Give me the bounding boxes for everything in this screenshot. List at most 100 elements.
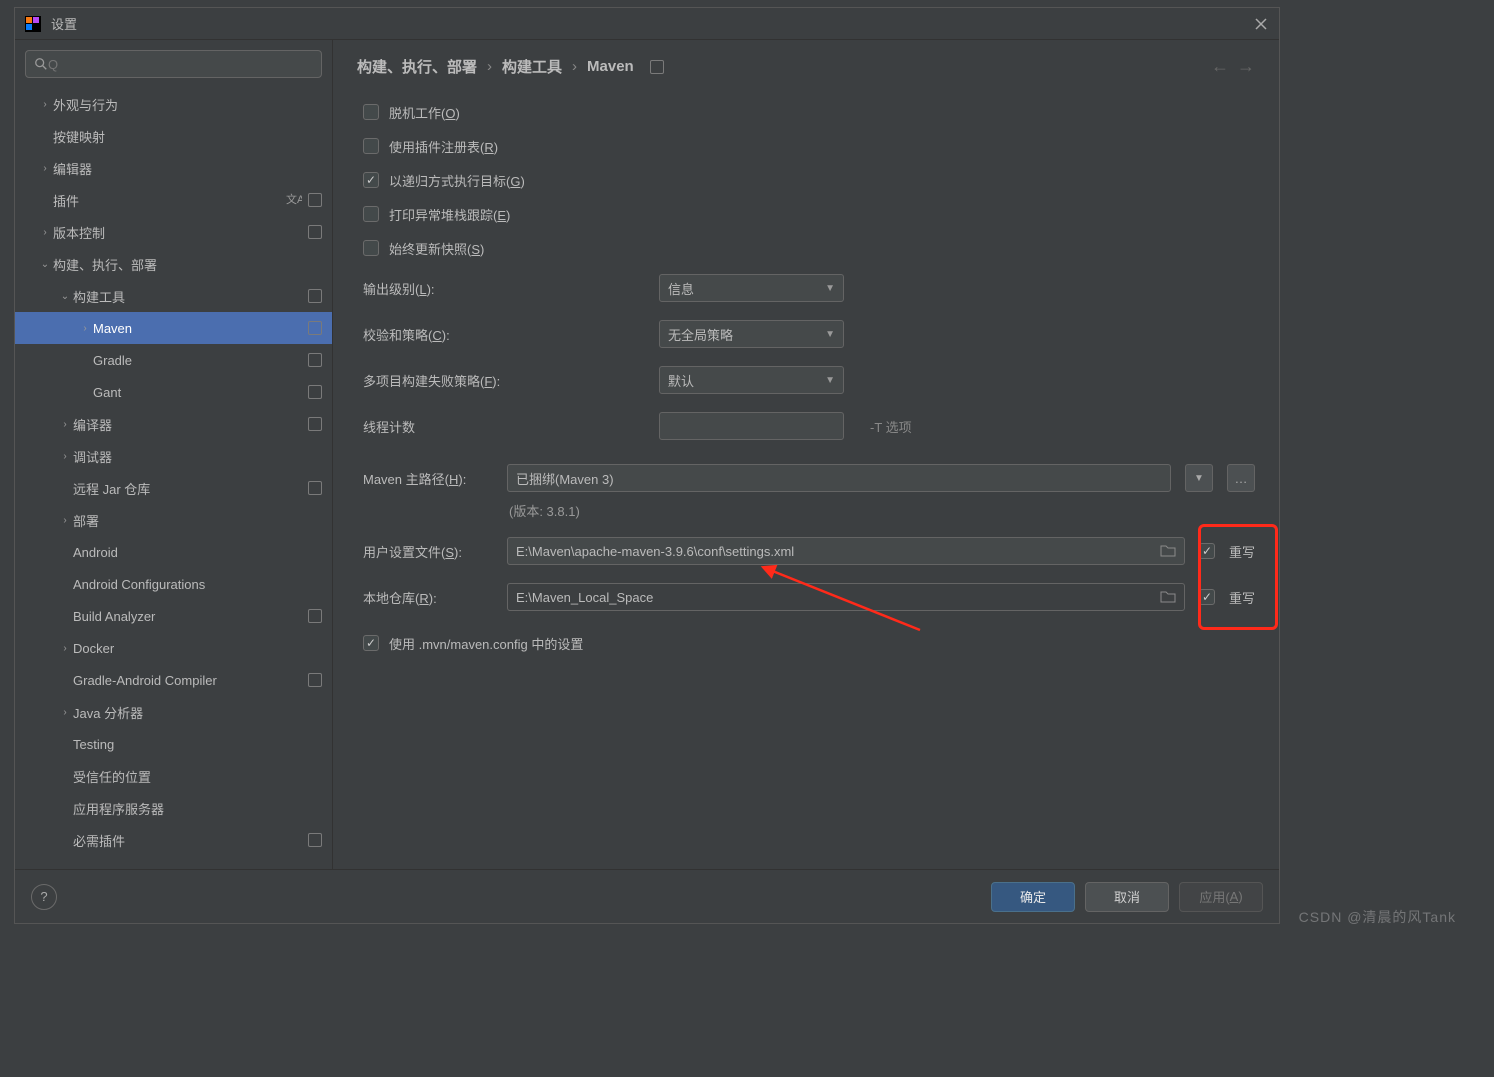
footer: ? 确定 取消 应用(A)	[15, 869, 1279, 923]
project-marker-icon	[308, 673, 322, 687]
tree-arrow-icon: ›	[37, 99, 53, 110]
sidebar-item[interactable]: ⌄构建、执行、部署	[15, 248, 332, 280]
cancel-button[interactable]: 取消	[1085, 882, 1169, 912]
project-marker-icon	[308, 609, 322, 623]
sidebar-item-label: Maven	[93, 321, 302, 336]
maven-home-browse-button[interactable]: …	[1227, 464, 1255, 492]
sidebar-item[interactable]: ›Maven	[15, 312, 332, 344]
maven-home-dropdown-button[interactable]: ▼	[1185, 464, 1213, 492]
sidebar-item[interactable]: Gant	[15, 376, 332, 408]
chevron-down-icon: ▼	[1194, 473, 1204, 484]
mvnconfig-checkbox[interactable]	[363, 635, 379, 651]
overwrite-label: 重写	[1229, 588, 1255, 607]
folder-icon[interactable]	[1160, 590, 1176, 604]
sidebar-item[interactable]: Gradle-Android Compiler	[15, 664, 332, 696]
tree-arrow-icon: ›	[57, 451, 73, 462]
offline-label: 脱机工作(O)	[389, 103, 460, 122]
sidebar-item[interactable]: Android Configurations	[15, 568, 332, 600]
sidebar-item-label: 插件	[53, 191, 286, 210]
maven-home-combo[interactable]: 已捆绑(Maven 3)	[507, 464, 1171, 492]
local-repo-input[interactable]: E:\Maven_Local_Space	[507, 583, 1185, 611]
overwrite-label: 重写	[1229, 542, 1255, 561]
sidebar-item[interactable]: 按键映射	[15, 120, 332, 152]
project-marker-icon	[308, 321, 322, 335]
sidebar-item[interactable]: ›外观与行为	[15, 88, 332, 120]
help-button[interactable]: ?	[31, 884, 57, 910]
user-settings-overwrite-checkbox[interactable]	[1199, 543, 1215, 559]
sidebar-item-label: 受信任的位置	[73, 767, 322, 786]
folder-icon[interactable]	[1160, 544, 1176, 558]
checksum-label: 校验和策略(C):	[363, 325, 643, 344]
sidebar-item[interactable]: ›编译器	[15, 408, 332, 440]
project-marker-icon	[650, 60, 664, 74]
sidebar-item-label: 远程 Jar 仓库	[73, 479, 302, 498]
fail-policy-dropdown[interactable]: 默认 ▼	[659, 366, 844, 394]
sidebar-item-label: 按键映射	[53, 127, 322, 146]
watermark: CSDN @清晨的风Tank	[1299, 907, 1456, 927]
fail-policy-label: 多项目构建失败策略(F):	[363, 371, 643, 390]
sidebar-item[interactable]: ›编辑器	[15, 152, 332, 184]
snapshot-label: 始终更新快照(S)	[389, 239, 484, 258]
search-input[interactable]	[48, 57, 313, 72]
project-marker-icon	[308, 481, 322, 495]
sidebar-item[interactable]: 受信任的位置	[15, 760, 332, 792]
titlebar: 设置	[15, 8, 1279, 40]
project-marker-icon	[308, 833, 322, 847]
sidebar-item[interactable]: 远程 Jar 仓库	[15, 472, 332, 504]
search-box[interactable]	[25, 50, 322, 78]
sidebar-item-label: Android	[73, 545, 322, 560]
sidebar-item[interactable]: 应用程序服务器	[15, 792, 332, 824]
project-marker-icon	[308, 417, 322, 431]
breadcrumb-l0[interactable]: 构建、执行、部署	[357, 56, 477, 77]
sidebar-item[interactable]: ›版本控制	[15, 216, 332, 248]
trace-checkbox[interactable]	[363, 206, 379, 222]
settings-tree[interactable]: ›外观与行为按键映射›编辑器插件文A›版本控制⌄构建、执行、部署⌄构建工具›Ma…	[15, 88, 332, 869]
tree-arrow-icon: ›	[77, 323, 93, 334]
sidebar-item[interactable]: Build Analyzer	[15, 600, 332, 632]
sidebar-item[interactable]: Testing	[15, 728, 332, 760]
sidebar-item[interactable]: ›调试器	[15, 440, 332, 472]
sidebar-item-label: Java 分析器	[73, 703, 322, 722]
sidebar-item-label: 编译器	[73, 415, 302, 434]
snapshot-checkbox[interactable]	[363, 240, 379, 256]
registry-checkbox[interactable]	[363, 138, 379, 154]
sidebar-item-label: 应用程序服务器	[73, 799, 322, 818]
sidebar-item[interactable]: Gradle	[15, 344, 332, 376]
registry-label: 使用插件注册表(R)	[389, 137, 498, 156]
thread-count-label: 线程计数	[363, 417, 643, 436]
sidebar-item[interactable]: ›部署	[15, 504, 332, 536]
sidebar-item[interactable]: ›Docker	[15, 632, 332, 664]
tree-arrow-icon: ⌄	[37, 259, 53, 270]
output-level-label: 输出级别(L):	[363, 279, 643, 298]
svg-text:文A: 文A	[286, 192, 302, 206]
breadcrumb: 构建、执行、部署 › 构建工具 › Maven ← →	[357, 56, 1255, 77]
sidebar-item[interactable]: 插件文A	[15, 184, 332, 216]
breadcrumb-l1[interactable]: 构建工具	[502, 56, 562, 77]
sidebar-item[interactable]: Android	[15, 536, 332, 568]
settings-dialog: 设置 ›外观与行为按键映射›编辑器插件文A›版本控制⌄构建、执行、部署⌄构建工具…	[14, 7, 1280, 924]
close-icon[interactable]	[1253, 16, 1269, 32]
checksum-dropdown[interactable]: 无全局策略 ▼	[659, 320, 844, 348]
sidebar-item[interactable]: ⌄构建工具	[15, 280, 332, 312]
recursive-checkbox[interactable]	[363, 172, 379, 188]
search-icon	[34, 57, 48, 71]
tree-arrow-icon: ›	[57, 419, 73, 430]
local-repo-overwrite-checkbox[interactable]	[1199, 589, 1215, 605]
sidebar-item[interactable]: ›Java 分析器	[15, 696, 332, 728]
nav-forward-icon[interactable]: →	[1237, 56, 1255, 77]
maven-home-label: Maven 主路径(H):	[363, 469, 493, 488]
tree-arrow-icon: ›	[37, 163, 53, 174]
sidebar-item-label: Gant	[93, 385, 302, 400]
ok-button[interactable]: 确定	[991, 882, 1075, 912]
output-level-dropdown[interactable]: 信息 ▼	[659, 274, 844, 302]
user-settings-label: 用户设置文件(S):	[363, 542, 493, 561]
offline-checkbox[interactable]	[363, 104, 379, 120]
nav-back-icon[interactable]: ←	[1211, 56, 1229, 77]
sidebar-item[interactable]: 必需插件	[15, 824, 332, 856]
sidebar-item-label: 编辑器	[53, 159, 322, 178]
tree-arrow-icon: ›	[57, 707, 73, 718]
project-marker-icon	[308, 193, 322, 207]
user-settings-input[interactable]: E:\Maven\apache-maven-3.9.6\conf\setting…	[507, 537, 1185, 565]
thread-count-input[interactable]	[659, 412, 844, 440]
sidebar-item-label: 构建工具	[73, 287, 302, 306]
